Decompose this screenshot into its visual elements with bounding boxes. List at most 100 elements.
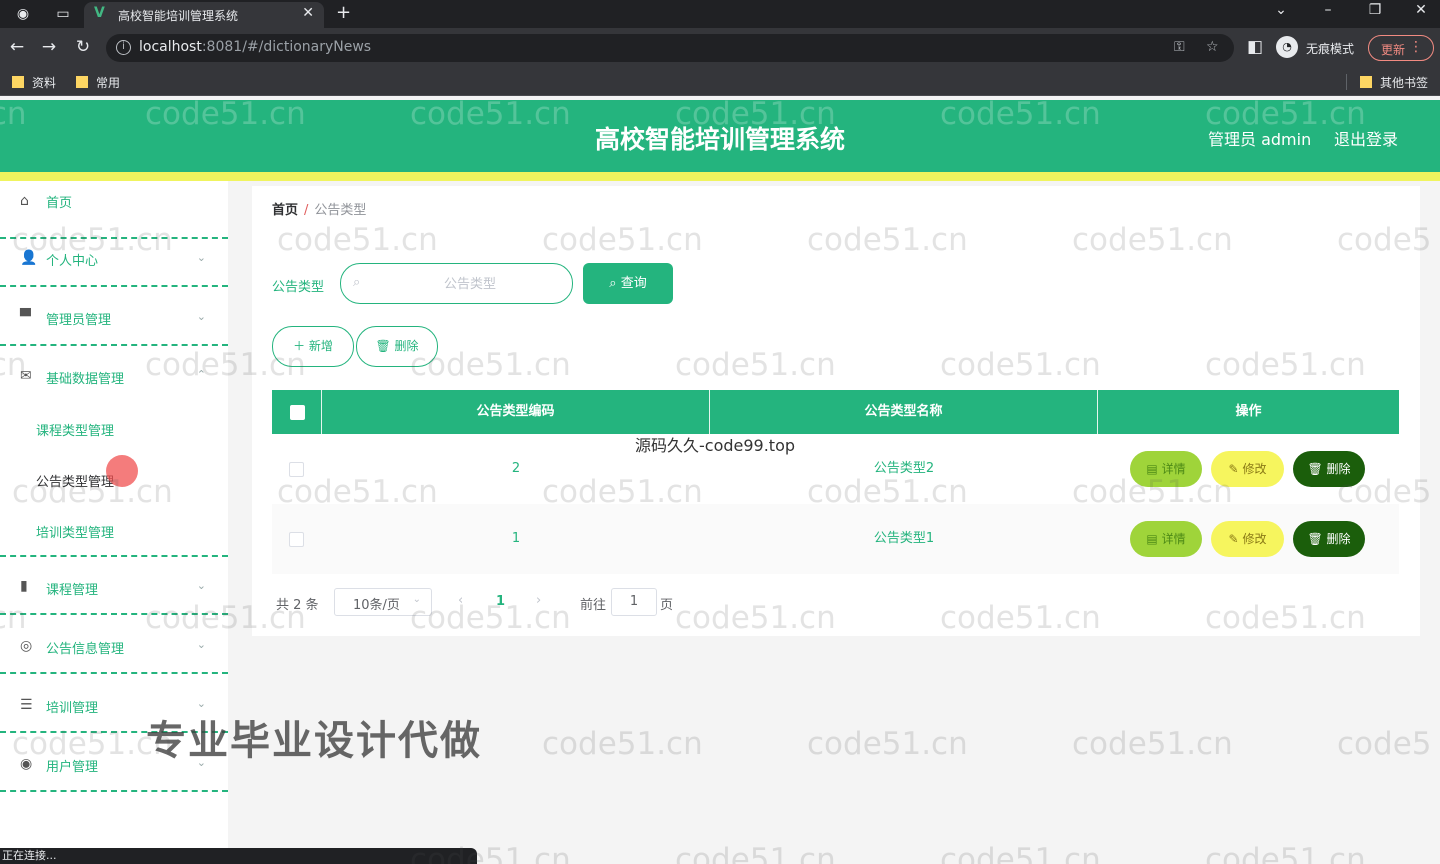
url-text[interactable]: localhost:8081/#/dictionaryNews bbox=[139, 39, 371, 55]
watermark: code51.cn bbox=[675, 842, 836, 864]
search-icon: ⌕ bbox=[609, 276, 617, 291]
delete-button[interactable]: 🗑 删除 bbox=[1293, 521, 1365, 557]
kebab-menu-icon[interactable]: ⋮ bbox=[1409, 39, 1423, 55]
tab-list-chevron-icon[interactable]: ⌄ bbox=[1266, 2, 1296, 18]
update-button[interactable]: 更新 ⋮ bbox=[1368, 35, 1434, 61]
trash-icon: 🗑 bbox=[1307, 532, 1323, 546]
page-size-select[interactable]: 10条/页 ⌄ bbox=[334, 588, 432, 616]
bookmark-star-icon[interactable]: ☆ bbox=[1206, 39, 1219, 55]
address-bar: ← → ↻ i localhost:8081/#/dictionaryNews … bbox=[0, 28, 1440, 68]
sidebar-item-profile[interactable]: 👤 个人中心 ⌄ bbox=[0, 229, 228, 287]
total-count: 共 2 条 bbox=[276, 598, 319, 613]
trash-icon: 🗑 bbox=[1307, 462, 1323, 476]
search-label: 公告类型 bbox=[272, 280, 325, 295]
row-checkbox[interactable] bbox=[289, 532, 304, 547]
new-tab-icon[interactable]: + bbox=[336, 2, 351, 23]
submenu-notice-types-active[interactable]: 公告类型管理 bbox=[36, 471, 114, 490]
watermark: code5 bbox=[1337, 726, 1432, 762]
goto-page-input[interactable]: 1 bbox=[611, 588, 657, 616]
watermark: code51.cn bbox=[940, 842, 1101, 864]
site-info-icon[interactable]: i bbox=[116, 40, 131, 55]
header-select-cell bbox=[272, 390, 322, 434]
mail-icon: ✉ bbox=[20, 368, 32, 384]
tab-strip-icon[interactable]: ▭ bbox=[52, 4, 74, 24]
breadcrumb-separator: / bbox=[304, 203, 309, 218]
query-button[interactable]: ⌕ 查询 bbox=[583, 263, 673, 304]
tab-search-icon[interactable]: ◉ bbox=[12, 4, 34, 24]
detail-button[interactable]: ▤ 详情 bbox=[1130, 451, 1202, 487]
chart-icon: ▮ bbox=[20, 578, 28, 594]
sidebar-item-courses[interactable]: ▮ 课程管理 ⌄ bbox=[0, 557, 228, 615]
column-header-actions: 操作 bbox=[1235, 404, 1262, 419]
chevron-down-icon: ⌄ bbox=[196, 638, 206, 651]
table-header: 公告类型编码 公告类型名称 操作 bbox=[272, 390, 1399, 434]
search-input[interactable] bbox=[377, 273, 563, 295]
app-header: 高校智能培训管理系统 管理员 admin 退出登录 bbox=[0, 100, 1440, 172]
row-checkbox[interactable] bbox=[289, 462, 304, 477]
logout-link[interactable]: 退出登录 bbox=[1334, 126, 1398, 150]
sidebar-item-basic-data[interactable]: ✉ 基础数据管理 ⌃ bbox=[0, 348, 228, 390]
chevron-down-icon: ⌄ bbox=[412, 594, 421, 605]
restore-icon[interactable]: ❐ bbox=[1360, 2, 1390, 18]
trash-icon: 🗑 bbox=[375, 339, 391, 353]
forward-arrow-icon[interactable]: → bbox=[38, 37, 60, 57]
vue-favicon-icon: V bbox=[94, 5, 105, 21]
home-icon: ⌂ bbox=[20, 193, 29, 209]
list-icon: ☰ bbox=[20, 697, 33, 713]
reload-icon[interactable]: ↻ bbox=[72, 37, 94, 57]
submenu-training-types[interactable]: 培训类型管理 bbox=[36, 522, 114, 541]
select-all-checkbox[interactable] bbox=[290, 405, 305, 420]
bookmark-folder-2[interactable]: 常用 bbox=[76, 74, 120, 91]
url-omnibox[interactable]: i localhost:8081/#/dictionaryNews ⚿ ☆ bbox=[106, 34, 1234, 62]
add-button[interactable]: ＋ 新增 bbox=[272, 326, 354, 367]
sidebar-item-label: 培训管理 bbox=[46, 701, 99, 716]
sidebar-item-label: 课程管理 bbox=[46, 583, 99, 598]
pencil-icon: ✎ bbox=[1228, 532, 1239, 546]
watermark: code51.cn bbox=[542, 726, 703, 762]
detail-button[interactable]: ▤ 详情 bbox=[1130, 521, 1202, 557]
page-suffix: 页 bbox=[660, 598, 674, 613]
browser-tab[interactable]: V 高校智能培训管理系统 ✕ bbox=[84, 2, 324, 28]
search-field[interactable]: ⌕ bbox=[340, 263, 573, 304]
other-bookmarks[interactable]: 其他书签 bbox=[1360, 74, 1428, 91]
minimize-icon[interactable]: – bbox=[1313, 2, 1343, 18]
bookmark-folder-1[interactable]: 资料 bbox=[12, 74, 56, 91]
column-header-code[interactable]: 公告类型编码 bbox=[322, 390, 710, 434]
sidebar-item-admins[interactable]: ▀ 管理员管理 ⌄ bbox=[0, 288, 228, 346]
document-icon: ▤ bbox=[1146, 462, 1158, 476]
incognito-icon: ◔ bbox=[1276, 36, 1298, 58]
key-icon[interactable]: ⚿ bbox=[1174, 39, 1185, 55]
side-panel-icon[interactable]: ◧ bbox=[1244, 37, 1266, 57]
page-number-current[interactable]: 1 bbox=[496, 594, 505, 609]
folder-icon bbox=[76, 76, 88, 88]
click-indicator bbox=[106, 455, 138, 487]
bookmark-separator bbox=[1346, 74, 1347, 90]
sidebar-item-label: 公告信息管理 bbox=[46, 642, 125, 657]
source-watermark: 源码久久-code99.top bbox=[635, 436, 796, 455]
target-icon: ◉ bbox=[20, 756, 33, 772]
next-page-icon[interactable]: › bbox=[536, 593, 541, 608]
folder-icon bbox=[1360, 76, 1372, 88]
document-icon: ▤ bbox=[1146, 532, 1158, 546]
window-close-icon[interactable]: ✕ bbox=[1406, 2, 1436, 18]
column-header-name[interactable]: 公告类型名称 bbox=[710, 390, 1098, 434]
sidebar-item-label: 个人中心 bbox=[46, 254, 99, 269]
goto-label: 前往 bbox=[580, 598, 607, 613]
pagination: 共 2 条 10条/页 ⌄ ‹ 1 › 前往 1 页 bbox=[276, 588, 776, 616]
submenu-course-types[interactable]: 课程类型管理 bbox=[36, 420, 114, 439]
prev-page-icon[interactable]: ‹ bbox=[458, 593, 463, 608]
bookmarks-bar: 资料 常用 其他书签 bbox=[0, 68, 1440, 96]
breadcrumb-home[interactable]: 首页 bbox=[272, 203, 298, 218]
sidebar-item-notices[interactable]: ◎ 公告信息管理 ⌄ bbox=[0, 616, 228, 674]
chevron-down-icon: ⌄ bbox=[196, 251, 206, 264]
page-size-value: 10条/页 bbox=[353, 598, 400, 613]
tab-close-icon[interactable]: ✕ bbox=[302, 5, 314, 21]
chevron-down-icon: ⌄ bbox=[196, 579, 206, 592]
batch-delete-button[interactable]: 🗑 删除 bbox=[356, 326, 438, 367]
back-arrow-icon[interactable]: ← bbox=[6, 37, 28, 57]
delete-button[interactable]: 🗑 删除 bbox=[1293, 451, 1365, 487]
edit-button[interactable]: ✎ 修改 bbox=[1211, 521, 1284, 557]
edit-button[interactable]: ✎ 修改 bbox=[1211, 451, 1284, 487]
sidebar-item-label: 管理员管理 bbox=[46, 313, 112, 328]
sidebar-item-label: 用户管理 bbox=[46, 760, 99, 775]
